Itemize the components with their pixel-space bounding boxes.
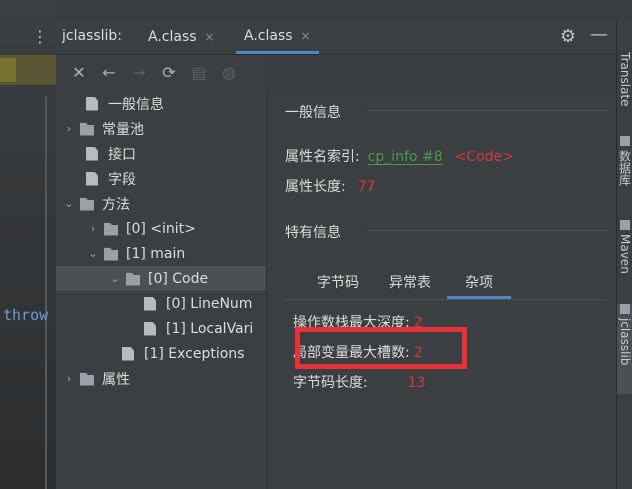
tool-window-header: jclasslib: A.class × A.class × ⚙ — — [56, 20, 616, 55]
tree-item-label: 属性 — [102, 371, 130, 388]
tree-item-label: [1] Exceptions — [144, 345, 245, 362]
editor-background: ⋮ throw — [0, 0, 56, 489]
chevron-right-icon[interactable]: › — [62, 122, 76, 135]
folder-icon — [80, 372, 94, 386]
tree-item-constant-pool[interactable]: › 常量池 — [56, 116, 266, 141]
tree-item-label: [0] <init> — [126, 220, 196, 237]
constant-pool-link[interactable]: cp_info #8 — [367, 150, 443, 165]
file-icon — [144, 296, 156, 311]
tab-misc[interactable]: 杂项 — [447, 272, 511, 299]
translate-label: Translate — [618, 52, 632, 107]
tree-item-method-main[interactable]: ⌄ [1] main — [56, 241, 266, 266]
name-index-row: 属性名索引: cp_info #8 <Code> — [285, 146, 514, 166]
file-icon — [86, 146, 98, 161]
more-options-icon[interactable]: ⋮ — [32, 26, 48, 48]
tree-item-fields[interactable]: 字段 — [56, 166, 266, 191]
chevron-down-icon[interactable]: ⌄ — [86, 247, 100, 260]
refresh-icon[interactable]: ⟳ — [154, 63, 184, 82]
jclasslib-label: jclasslib — [618, 318, 632, 366]
tree-item-label: [0] Code — [148, 270, 209, 287]
tree-item-label: 字段 — [108, 171, 136, 188]
attribute-length-row: 属性长度: 77 — [285, 176, 376, 196]
tab-bytecode[interactable]: 字节码 — [313, 272, 363, 292]
tree-item-label: 方法 — [102, 196, 130, 213]
tree-item-label: [1] main — [126, 245, 186, 262]
minimize-icon[interactable]: — — [590, 24, 608, 45]
file-icon — [122, 346, 134, 361]
folder-icon — [126, 272, 140, 286]
tree-item-method-init[interactable]: › [0] <init> — [56, 216, 266, 241]
chevron-down-icon[interactable]: ⌄ — [108, 272, 122, 285]
tree-item-local-variable-table[interactable]: [1] LocalVari — [56, 316, 266, 341]
tab-maven[interactable]: Maven — [617, 220, 632, 300]
section-divider — [367, 230, 608, 231]
jclasslib-icon — [620, 304, 630, 314]
tab-label: A.class — [148, 29, 197, 45]
class-structure-tree: 一般信息 › 常量池 接口 字段 ⌄ 方法 › [0] <init> ⌄ [1]… — [56, 90, 266, 489]
section-divider — [367, 110, 608, 111]
tool-window-title: jclasslib: — [62, 28, 123, 44]
highlight-annotation-box — [295, 327, 467, 369]
save-icon[interactable]: ▤ — [184, 63, 214, 82]
right-tool-strip: Translate 数据库 Maven jclasslib — [616, 20, 632, 489]
maven-label: Maven — [618, 234, 632, 274]
folder-icon — [104, 222, 118, 236]
specific-info-title: 特有信息 — [285, 225, 341, 241]
close-icon[interactable]: ✕ — [64, 63, 94, 82]
database-label: 数据库 — [617, 150, 632, 186]
tree-item-exceptions[interactable]: [1] Exceptions — [56, 341, 266, 366]
tab-exception-table[interactable]: 异常表 — [385, 272, 435, 292]
tab-label: A.class — [244, 27, 293, 44]
attribute-length-label: 属性长度: — [285, 179, 346, 195]
code-length-row: 字节码长度: 13 — [293, 372, 426, 392]
editor-gutter-line — [45, 96, 47, 489]
name-index-value: <Code> — [454, 149, 514, 165]
detail-subtabs: 字节码 异常表 杂项 — [285, 270, 605, 300]
tree-item-methods[interactable]: ⌄ 方法 — [56, 191, 266, 216]
database-icon — [620, 136, 630, 146]
name-index-label: 属性名索引: — [285, 149, 360, 165]
tree-item-attributes[interactable]: › 属性 — [56, 366, 266, 391]
tab-jclasslib[interactable]: jclasslib — [617, 304, 632, 394]
forward-arrow-icon[interactable]: → — [124, 63, 154, 82]
chevron-down-icon[interactable]: ⌄ — [62, 197, 76, 210]
tree-item-label: 常量池 — [102, 121, 144, 138]
close-tab-icon[interactable]: × — [301, 29, 311, 43]
maven-icon — [620, 220, 630, 230]
code-length-label: 字节码长度: — [293, 375, 368, 391]
tree-item-label: [0] LineNum — [166, 295, 253, 312]
tab-database[interactable]: 数据库 — [617, 136, 632, 216]
chevron-right-icon[interactable]: › — [62, 372, 76, 385]
back-arrow-icon[interactable]: ← — [94, 63, 124, 82]
file-icon — [144, 321, 156, 336]
attribute-detail-panel: 一般信息 属性名索引: cp_info #8 <Code> 属性长度: 77 特… — [266, 90, 616, 489]
folder-icon — [80, 122, 94, 136]
code-length-value: 13 — [407, 375, 426, 391]
tree-item-general-info[interactable]: 一般信息 — [56, 91, 266, 116]
code-fragment: throw — [3, 306, 49, 324]
tree-item-label: [1] LocalVari — [166, 320, 254, 337]
tree-item-label: 一般信息 — [108, 96, 164, 113]
tree-item-interfaces[interactable]: 接口 — [56, 141, 266, 166]
toolbar: ✕ ← → ⟳ ▤ ◍ — [56, 55, 266, 90]
tree-item-label: 接口 — [108, 146, 136, 163]
tab-a-class-2[interactable]: A.class × — [236, 20, 319, 54]
editor-highlight-marker — [0, 58, 16, 82]
tree-item-code[interactable]: ⌄ [0] Code — [56, 266, 266, 291]
folder-icon — [80, 197, 94, 211]
file-icon — [86, 171, 98, 186]
folder-icon — [104, 247, 118, 261]
tab-a-class-1[interactable]: A.class × — [140, 20, 223, 54]
chevron-right-icon[interactable]: › — [86, 222, 100, 235]
file-icon — [86, 96, 98, 111]
browser-icon[interactable]: ◍ — [214, 63, 244, 82]
close-tab-icon[interactable]: × — [205, 30, 215, 44]
tree-item-line-number-table[interactable]: [0] LineNum — [56, 291, 266, 316]
general-info-title: 一般信息 — [285, 105, 341, 121]
settings-gear-icon[interactable]: ⚙ — [560, 26, 576, 47]
tab-translate[interactable]: Translate — [617, 52, 632, 132]
attribute-length-value: 77 — [357, 179, 376, 195]
